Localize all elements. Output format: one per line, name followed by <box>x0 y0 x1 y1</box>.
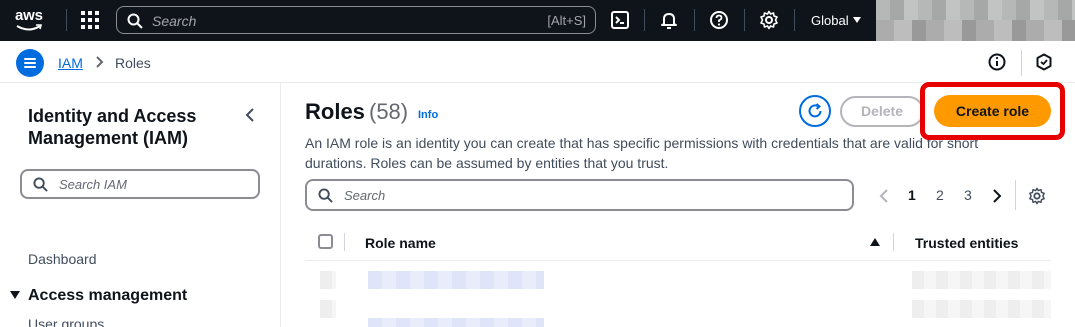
table-row-checkbox[interactable] <box>320 300 336 318</box>
aws-logo-text: aws <box>15 7 43 24</box>
sidebar-search-input[interactable]: Search IAM <box>20 169 260 199</box>
region-selector[interactable]: Global <box>811 13 849 28</box>
table-row-role-link[interactable] <box>368 318 544 327</box>
column-header-role-name[interactable]: Role name <box>365 235 436 251</box>
sort-ascending-icon[interactable] <box>870 238 880 246</box>
column-divider <box>893 233 894 251</box>
side-navigation: Identity and Access Management (IAM) Sea… <box>0 83 281 327</box>
breadcrumb-bar: IAM Roles <box>0 41 1075 83</box>
sidebar-item-user-groups[interactable]: User groups <box>28 316 104 327</box>
aws-smile-icon <box>16 24 42 31</box>
page-3[interactable]: 3 <box>964 187 972 203</box>
column-header-trusted-entities[interactable]: Trusted entities <box>915 235 1018 251</box>
chevron-left-icon[interactable] <box>244 107 256 123</box>
page-title: Roles <box>305 99 365 124</box>
account-menu[interactable] <box>876 0 1075 41</box>
pagination-prev-icon[interactable] <box>878 188 890 204</box>
table-header-divider <box>305 260 1051 261</box>
nav-divider <box>794 9 795 31</box>
roles-search-placeholder: Search <box>344 188 386 203</box>
bell-icon[interactable] <box>659 10 679 30</box>
nav-divider <box>744 9 745 31</box>
nav-divider <box>66 9 67 31</box>
caret-down-icon[interactable] <box>10 291 20 299</box>
caret-down-icon[interactable] <box>853 17 861 23</box>
info-link[interactable]: Info <box>418 109 438 121</box>
chevron-right-icon <box>96 56 104 68</box>
search-icon <box>33 177 48 192</box>
refresh-icon <box>808 103 822 118</box>
roles-count: (58) <box>369 99 409 124</box>
help-icon[interactable] <box>709 10 729 30</box>
global-search-input[interactable]: Search [Alt+S] <box>116 6 596 34</box>
table-row-trusted-entities <box>912 300 1051 318</box>
column-divider <box>344 233 345 251</box>
aws-logo[interactable]: aws <box>14 6 52 34</box>
page-description: An IAM role is an identity you can creat… <box>305 135 979 171</box>
breadcrumb-roles: Roles <box>115 55 151 71</box>
table-row-trusted-entities <box>912 271 1051 289</box>
sidebar-search-placeholder: Search IAM <box>59 177 127 192</box>
sidebar-section-access-management[interactable]: Access management <box>28 287 187 305</box>
select-all-checkbox[interactable] <box>318 234 333 249</box>
search-icon <box>318 188 333 203</box>
roles-search-input[interactable]: Search <box>305 179 854 211</box>
page-1[interactable]: 1 <box>908 187 916 203</box>
nav-divider <box>694 9 695 31</box>
info-icon[interactable] <box>988 53 1006 71</box>
pagination-divider <box>1015 180 1016 210</box>
top-navigation: aws Search [Alt+S] Global <box>0 0 1075 41</box>
sidebar-title[interactable]: Identity and Access Management (IAM) <box>28 105 228 149</box>
services-grid-icon[interactable] <box>81 11 99 29</box>
hexagon-icon[interactable] <box>1035 53 1053 71</box>
breadcrumb-divider <box>1021 50 1022 76</box>
search-shortcut-hint: [Alt+S] <box>547 13 586 28</box>
side-navigation-toggle[interactable] <box>16 49 44 77</box>
pagination-next-icon[interactable] <box>991 188 1003 204</box>
table-settings-icon[interactable] <box>1028 187 1046 205</box>
delete-button[interactable]: Delete <box>840 96 924 127</box>
breadcrumb-iam[interactable]: IAM <box>58 55 83 71</box>
table-row-checkbox[interactable] <box>320 271 336 289</box>
gear-icon[interactable] <box>759 10 779 30</box>
page-2[interactable]: 2 <box>936 187 944 203</box>
nav-divider <box>644 9 645 31</box>
cloudshell-icon[interactable] <box>610 10 630 30</box>
table-row-role-link[interactable] <box>368 271 544 289</box>
global-search-placeholder: Search <box>152 13 197 29</box>
search-icon <box>127 13 143 29</box>
sidebar-item-dashboard[interactable]: Dashboard <box>28 251 97 267</box>
create-role-button[interactable]: Create role <box>934 95 1051 127</box>
refresh-button[interactable] <box>799 95 831 127</box>
